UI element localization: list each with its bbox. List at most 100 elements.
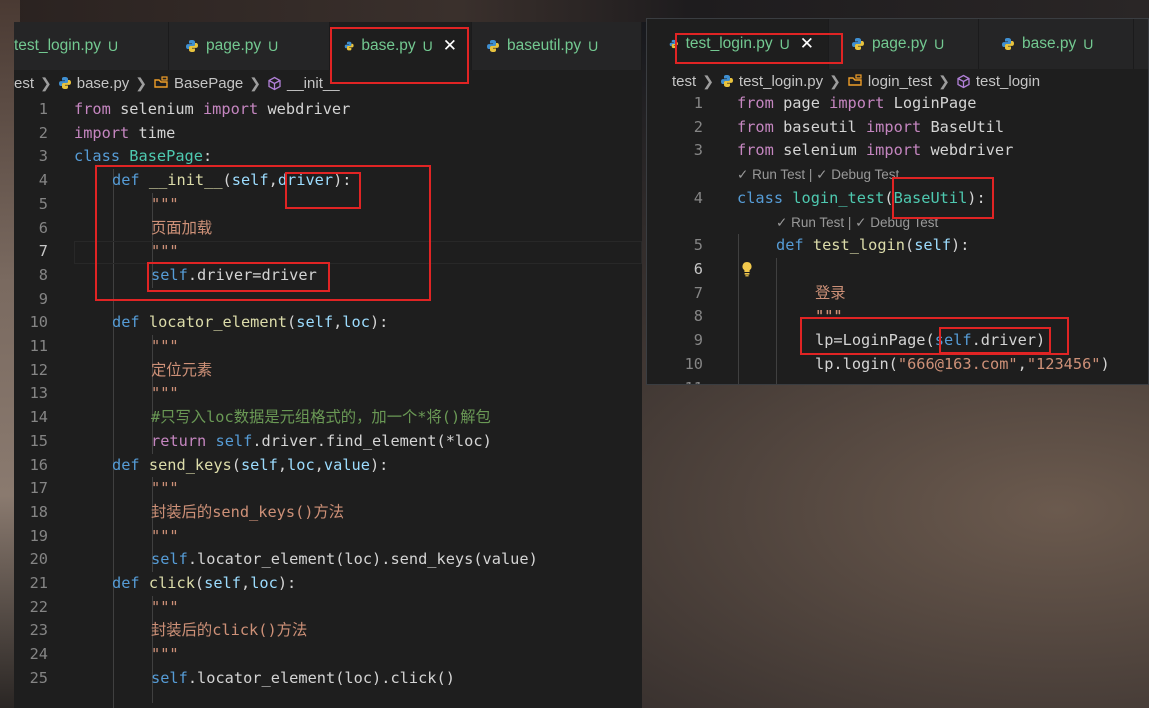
check-icon: ✓ [776,215,788,230]
close-tab-icon[interactable]: ✕ [800,34,814,54]
code-text: def locator_element(self,loc): [112,313,389,332]
code-line: 18 封装后的send_keys()方法 [14,501,642,525]
tab-page[interactable]: page.py U [169,22,330,70]
code-line: 6 页面加载 [14,217,642,241]
code-text: 封装后的send_keys()方法 [151,502,345,521]
code-text: 定位元素 [151,360,213,379]
code-text: class BasePage: [74,147,213,166]
code-text: def test_login(self): [776,236,970,254]
line-number: 12 [29,360,48,379]
chevron-right-icon: ❯ [135,74,148,91]
line-number: 9 [693,331,703,350]
python-file-icon [344,41,354,51]
check-icon: ✓ [737,167,749,182]
code-line: 4 class login_test(BaseUtil): [647,187,1148,211]
line-number: 2 [38,123,48,142]
breadcrumb-folder[interactable]: test [672,73,696,90]
untracked-badge: U [934,36,945,52]
tab-test-login-active[interactable]: test_login.py U ✕ [647,19,829,69]
line-number: 16 [29,455,48,474]
right-tab-bar: test_login.py U ✕ page.py U base.py U [647,19,1148,69]
codelens-separator: | [847,215,852,230]
run-test-link[interactable]: Run Test [791,215,844,230]
code-line: 9 [14,288,642,312]
python-file-icon [669,39,678,49]
line-number: 15 [29,431,48,450]
chevron-right-icon: ❯ [40,74,52,91]
line-number: 17 [29,479,48,498]
code-line: 3 from selenium import webdriver [647,139,1148,163]
code-text: from baseutil import BaseUtil [737,117,1005,136]
tab-label: base.py [361,37,416,54]
breadcrumb-class[interactable]: BasePage [174,75,243,92]
code-comment: #只写入loc数据是元组格式的，加一个*将()解包 [151,408,491,427]
codelens-class: ✓ Run Test | ✓ Debug Test [737,164,899,185]
code-text: def click(self,loc): [112,574,297,592]
run-test-link[interactable]: Run Test [752,167,805,182]
breadcrumb-class[interactable]: login_test [868,73,932,90]
check-icon: ✓ [855,215,867,230]
chevron-right-icon: ❯ [702,72,714,89]
line-number: 6 [693,260,703,278]
code-line: 11 [647,377,1148,385]
code-area[interactable]: 1 from page import LoginPage 2 from baseut… [647,92,1148,385]
code-line: 1 from page import LoginPage [647,92,1148,116]
line-number: 19 [29,526,48,545]
tab-base-active[interactable]: base.py U ✕ [330,22,472,70]
line-number: 3 [38,147,48,166]
code-line: 9 lp=LoginPage(self.driver) [647,329,1148,353]
code-area[interactable]: 1 from selenium import webdriver 2 import … [14,98,642,708]
code-line: 7 登录 [647,282,1148,306]
code-line: 24 """ [14,643,642,667]
code-line: 14 #只写入loc数据是元组格式的，加一个*将()解包 [14,406,642,430]
code-text: self.driver=driver [151,265,317,284]
code-text: from selenium import webdriver [737,141,1014,160]
line-number: 20 [29,550,48,569]
line-number: 10 [684,354,703,373]
code-text: """ [151,384,179,403]
codelens-separator: | [808,167,813,182]
breadcrumb-method[interactable]: __init__ [287,75,340,92]
line-number: 7 [693,283,703,302]
breadcrumb-method[interactable]: test_login [976,73,1040,90]
code-line: 20 self.locator_element(loc).send_keys(va… [14,548,642,572]
tab-page[interactable]: page.py U [829,19,979,69]
code-text: lp.login("666@163.com","123456") [815,354,1110,373]
code-text: lp=LoginPage(self.driver) [815,331,1046,350]
tab-test-login[interactable]: test_login.py U [14,22,169,70]
line-number: 11 [29,337,48,355]
code-line: 19 """ [14,525,642,549]
untracked-badge: U [1083,36,1094,52]
method-symbol-icon [268,76,281,90]
code-line: 15 return self.driver.find_element(*loc) [14,430,642,454]
code-text: """ [151,337,179,355]
tab-baseutil[interactable]: baseutil.py U [472,22,642,70]
lightbulb-icon[interactable] [741,261,753,277]
code-line: 12 定位元素 [14,359,642,383]
breadcrumb-folder[interactable]: est [14,75,34,92]
close-tab-icon[interactable]: ✕ [443,36,457,56]
code-text: """ [151,526,179,545]
untracked-badge: U [779,36,790,52]
code-line: 23 封装后的click()方法 [14,619,642,643]
breadcrumb-file[interactable]: test_login.py [739,73,823,90]
code-line: 21 def click(self,loc): [14,572,642,596]
python-file-icon [186,40,198,52]
line-number: 4 [693,189,703,207]
debug-test-link[interactable]: Debug Test [831,167,899,182]
tab-label: page.py [206,37,262,54]
code-line: 8 """ [647,305,1148,329]
untracked-badge: U [588,38,599,54]
class-symbol-icon [848,74,862,86]
class-symbol-icon [154,76,168,88]
debug-test-link[interactable]: Debug Test [870,215,938,230]
line-number: 3 [693,141,703,160]
tab-base[interactable]: base.py U [979,19,1134,69]
code-text: self.locator_element(loc).click() [151,668,455,687]
python-file-icon [58,77,71,89]
code-text: def send_keys(self,loc,value): [112,455,389,474]
left-tab-bar: test_login.py U page.py U base.py U ✕ ba… [14,22,642,70]
breadcrumb-file[interactable]: base.py [77,75,130,92]
code-line: 10 lp.login("666@163.com","123456") [647,353,1148,377]
code-line: 5 """ [14,193,642,217]
